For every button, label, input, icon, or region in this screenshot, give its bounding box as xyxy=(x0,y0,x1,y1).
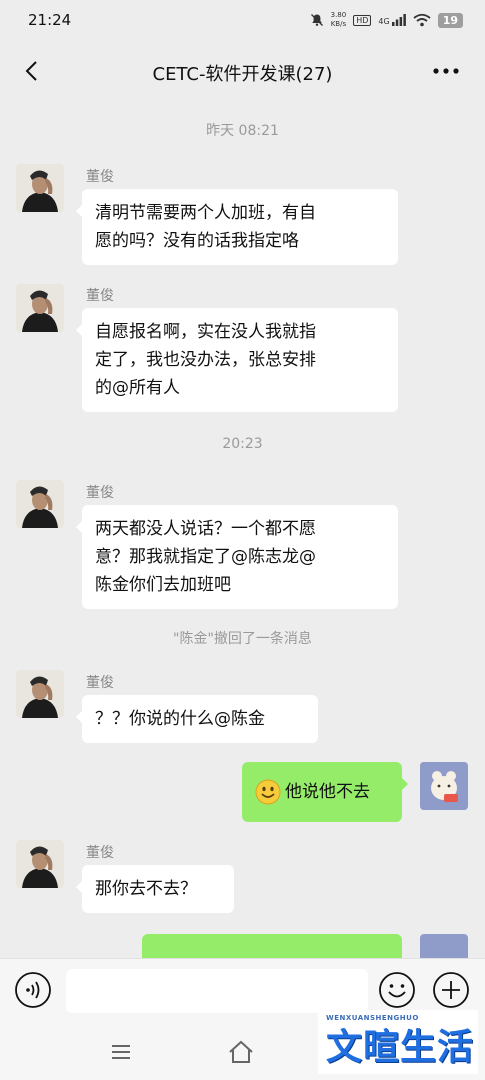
voice-button[interactable] xyxy=(14,971,52,1009)
home-icon xyxy=(229,1040,253,1063)
mute-bell-icon xyxy=(310,14,323,26)
avatar-photo-icon xyxy=(16,670,64,718)
time-stamp: 昨天 08:21 xyxy=(206,123,279,139)
ellipsis-icon xyxy=(433,68,459,74)
partial-outgoing-bubble[interactable] xyxy=(142,934,402,958)
avatar-photo-icon xyxy=(16,840,64,888)
wifi-icon xyxy=(413,13,431,27)
more-functions-button[interactable] xyxy=(432,971,470,1009)
avatar[interactable] xyxy=(16,670,64,718)
home-button[interactable] xyxy=(226,1038,256,1066)
status-bar: 21:24 3.80 KB/s HD 4G 19 xyxy=(0,0,485,40)
sender-name: 董俊 xyxy=(86,169,114,185)
voice-icon xyxy=(15,972,51,1008)
status-time: 21:24 xyxy=(28,11,72,29)
emoji-face-icon xyxy=(379,972,415,1008)
avatar[interactable] xyxy=(16,480,64,528)
partial-my-avatar[interactable] xyxy=(420,934,468,958)
message-bubble[interactable]: ？？你说的什么@陈金 xyxy=(76,695,318,743)
sender-name: 董俊 xyxy=(86,845,114,861)
menu-icon xyxy=(112,1045,130,1059)
plus-circle-icon xyxy=(433,972,469,1008)
recall-notice: "陈金"撤回了一条消息 xyxy=(173,631,312,647)
avatar-photo-icon xyxy=(16,480,64,528)
status-icons: 3.80 KB/s HD 4G 19 xyxy=(310,11,463,29)
net-speed: 3.80 KB/s xyxy=(330,11,347,28)
more-button[interactable] xyxy=(429,56,463,86)
cartoon-bear-avatar-icon xyxy=(420,762,468,810)
message-bubble[interactable]: 两天都没人说话？一个都不愿 意？那我就指定了@陈志龙@ 陈金你们去加班吧 xyxy=(76,505,398,609)
menu-button[interactable] xyxy=(108,1040,134,1064)
chat-title: CETC-软件开发课(27) xyxy=(152,64,333,85)
avatar[interactable] xyxy=(16,164,64,212)
smiley-emoji-icon xyxy=(255,779,281,805)
chat-header: CETC-软件开发课(27) xyxy=(0,46,485,98)
sender-name: 董俊 xyxy=(86,675,114,691)
sender-name: 董俊 xyxy=(86,288,114,304)
avatar[interactable] xyxy=(16,840,64,888)
watermark-logo: WENXUANSHENGHUO 文暄生活 xyxy=(318,1010,478,1074)
battery-indicator: 19 xyxy=(437,12,463,28)
avatar-photo-icon xyxy=(16,284,64,332)
signal-4g: 4G xyxy=(378,14,406,26)
emoji-button[interactable] xyxy=(378,971,416,1009)
sender-name: 董俊 xyxy=(86,485,114,501)
time-stamp: 20:23 xyxy=(222,436,263,452)
signal-bars-icon xyxy=(391,14,406,26)
message-bubble[interactable]: 清明节需要两个人加班，有自 愿的吗？没有的话我指定咯 xyxy=(76,189,398,265)
hd-badge: HD xyxy=(353,14,372,26)
message-bubble[interactable]: 那你去不去？ xyxy=(76,865,234,913)
message-input[interactable] xyxy=(66,969,368,1013)
message-bubble[interactable]: 自愿报名啊，实在没人我就指 定了，我也没办法，张总安排 的@所有人 xyxy=(76,308,398,412)
avatar[interactable] xyxy=(16,284,64,332)
my-avatar[interactable] xyxy=(420,762,468,810)
outgoing-message-bubble[interactable]: 他说他不去 xyxy=(242,762,408,822)
avatar-photo-icon xyxy=(16,164,64,212)
